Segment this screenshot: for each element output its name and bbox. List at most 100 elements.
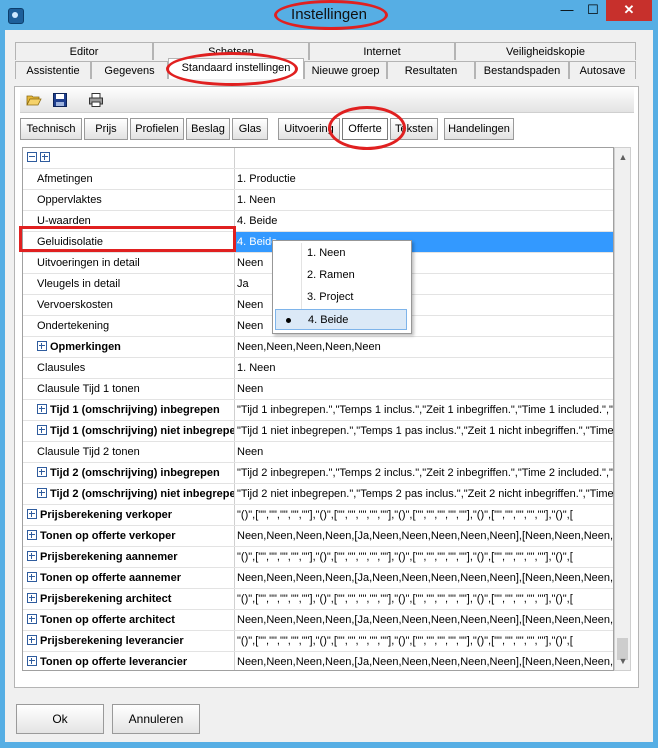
scroll-down-arrow-icon[interactable]: ▼ <box>618 656 628 666</box>
print-icon[interactable] <box>88 92 104 108</box>
expand-row-icon[interactable] <box>37 404 47 414</box>
expand-row-icon[interactable] <box>37 488 47 498</box>
grid-row[interactable]: Tonen op offerte architect Neen,Neen,Neen… <box>23 610 613 631</box>
grid-row[interactable]: Clausules 1. Neen <box>23 358 613 379</box>
expand-row-icon[interactable] <box>27 656 37 666</box>
subtab-prijs[interactable]: Prijs <box>84 118 128 140</box>
expand-row-icon[interactable] <box>27 551 37 561</box>
grid-row[interactable]: Tijd 1 (omschrijving) niet inbegrepen "Ti… <box>23 421 613 442</box>
grid-row[interactable]: Oppervlaktes 1. Neen <box>23 190 613 211</box>
geluidisolatie-highlight-box <box>19 226 236 252</box>
grid-vertical-scrollbar[interactable]: ▲ ▼ <box>614 147 631 671</box>
grid-row[interactable]: Prijsberekening verkoper "()",["","","","… <box>23 505 613 526</box>
grid-row[interactable]: Clausule Tijd 1 tonen Neen <box>23 379 613 400</box>
grid-row[interactable]: Afmetingen 1. Productie <box>23 169 613 190</box>
grid-row-value[interactable]: "()",["","","","",""],"()",["","","","",… <box>235 589 613 609</box>
grid-row-value[interactable]: "Tijd 2 inbegrepen.","Temps 2 inclus.","… <box>235 463 613 483</box>
grid-row-label: Tonen op offerte leverancier <box>40 656 188 668</box>
minimize-button[interactable]: — <box>554 0 580 21</box>
grid-row-value[interactable]: "Tijd 2 niet inbegrepen.","Temps 2 pas i… <box>235 484 613 504</box>
tab-autosave[interactable]: Autosave <box>569 61 636 79</box>
expand-all-icon[interactable] <box>40 152 50 162</box>
grid-row-label: Tonen op offerte aannemer <box>40 572 181 584</box>
subtab-profielen[interactable]: Profielen <box>130 118 184 140</box>
grid-row[interactable]: Opmerkingen Neen,Neen,Neen,Neen,Neen <box>23 337 613 358</box>
close-button[interactable]: ✕ <box>606 0 652 21</box>
tab-resultaten[interactable]: Resultaten <box>387 61 475 79</box>
expand-row-icon[interactable] <box>27 593 37 603</box>
grid-row-value[interactable]: Neen,Neen,Neen,Neen,[Ja,Neen,Neen,Neen,N… <box>235 652 613 670</box>
grid-row[interactable]: Tonen op offerte verkoper Neen,Neen,Neen,… <box>23 526 613 547</box>
expand-row-icon[interactable] <box>27 635 37 645</box>
tab-veiligheidskopie[interactable]: Veiligheidskopie <box>455 42 636 60</box>
grid-row-value[interactable]: "()",["","","","",""],"()",["","","","",… <box>235 547 613 567</box>
expand-row-icon[interactable] <box>27 509 37 519</box>
subtab-handelingen[interactable]: Handelingen <box>444 118 514 140</box>
grid-row[interactable]: Prijsberekening aannemer "()",["","","","… <box>23 547 613 568</box>
dropdown-option-project[interactable]: 3. Project <box>275 287 407 308</box>
grid-row-label: Tonen op offerte verkoper <box>40 530 176 542</box>
grid-row-value[interactable]: 1. Neen <box>235 358 613 378</box>
grid-row[interactable]: Prijsberekening architect "()",["","","",… <box>23 589 613 610</box>
grid-row-value[interactable]: 4. Beide <box>235 211 613 231</box>
grid-row-value[interactable]: Neen,Neen,Neen,Neen,Neen <box>235 337 613 357</box>
expand-row-icon[interactable] <box>27 530 37 540</box>
tab-bestandspaden[interactable]: Bestandspaden <box>475 61 569 79</box>
ok-button[interactable]: Ok <box>16 704 104 734</box>
grid-row-label: Prijsberekening verkoper <box>40 509 173 521</box>
tab-internet[interactable]: Internet <box>309 42 455 60</box>
expand-row-icon[interactable] <box>37 425 47 435</box>
grid-row[interactable]: Tijd 2 (omschrijving) niet inbegrepen "Ti… <box>23 484 613 505</box>
grid-row-value[interactable]: Neen <box>235 379 613 399</box>
title-highlight-ring <box>274 0 388 30</box>
tab-gegevens[interactable]: Gegevens <box>91 61 168 79</box>
subtab-technisch[interactable]: Technisch <box>20 118 82 140</box>
grid-row[interactable]: Tijd 1 (omschrijving) inbegrepen "Tijd 1 … <box>23 400 613 421</box>
save-disk-icon[interactable] <box>52 92 68 108</box>
tab-nieuwe-groep[interactable]: Nieuwe groep <box>304 61 387 79</box>
selected-bullet-icon <box>286 318 291 323</box>
open-folder-icon[interactable] <box>26 92 42 108</box>
grid-row[interactable]: Prijsberekening leverancier "()",["","","… <box>23 631 613 652</box>
expand-row-icon[interactable] <box>37 341 47 351</box>
grid-row-label: Prijsberekening aannemer <box>40 551 178 563</box>
grid-row-value[interactable]: Neen <box>235 442 613 462</box>
grid-row-value[interactable]: "Tijd 1 niet inbegrepen.","Temps 1 pas i… <box>235 421 613 441</box>
grid-row-label: Clausule Tijd 1 tonen <box>37 383 140 395</box>
expand-row-icon[interactable] <box>37 467 47 477</box>
grid-row-value[interactable]: "()",["","","","",""],"()",["","","","",… <box>235 631 613 651</box>
grid-row[interactable]: Tonen op offerte leverancier Neen,Neen,Ne… <box>23 652 613 670</box>
dropdown-option-neen[interactable]: 1. Neen <box>275 243 407 264</box>
settings-window: Instellingen — ☐ ✕ Editor Schetsen Inter… <box>0 0 658 748</box>
offerte-highlight-ring <box>328 106 406 150</box>
dropdown-option-beide[interactable]: 4. Beide <box>275 309 407 330</box>
grid-row-value[interactable]: Neen,Neen,Neen,Neen,[Ja,Neen,Neen,Neen,N… <box>235 526 613 546</box>
expand-row-icon[interactable] <box>27 572 37 582</box>
subtab-beslag[interactable]: Beslag <box>186 118 230 140</box>
tab-editor[interactable]: Editor <box>15 42 153 60</box>
expand-row-icon[interactable] <box>27 614 37 624</box>
grid-row-value[interactable]: "Tijd 1 inbegrepen.","Temps 1 inclus.","… <box>235 400 613 420</box>
grid-row-value[interactable]: Neen,Neen,Neen,Neen,[Ja,Neen,Neen,Neen,N… <box>235 610 613 630</box>
grid-row-label: Afmetingen <box>37 173 93 185</box>
grid-row-label: Prijsberekening architect <box>40 593 172 605</box>
cancel-button[interactable]: Annuleren <box>112 704 200 734</box>
grid-row-value[interactable]: "()",["","","","",""],"()",["","","","",… <box>235 505 613 525</box>
dropdown-option-ramen[interactable]: 2. Ramen <box>275 265 407 286</box>
grid-row-label: Tijd 1 (omschrijving) niet inbegrepen <box>50 425 235 437</box>
value-dropdown: 1. Neen 2. Ramen 3. Project 4. Beide <box>272 240 412 334</box>
grid-row-label: Tijd 2 (omschrijving) niet inbegrepen <box>50 488 235 500</box>
grid-row-value[interactable]: Neen,Neen,Neen,Neen,[Ja,Neen,Neen,Neen,N… <box>235 568 613 588</box>
tab-assistentie[interactable]: Assistentie <box>15 61 91 79</box>
grid-row-value[interactable]: 1. Neen <box>235 190 613 210</box>
grid-row[interactable]: Tijd 2 (omschrijving) inbegrepen "Tijd 2 … <box>23 463 613 484</box>
grid-row-value[interactable]: 1. Productie <box>235 169 613 189</box>
scroll-up-arrow-icon[interactable]: ▲ <box>618 152 628 162</box>
collapse-all-icon[interactable] <box>27 152 37 162</box>
grid-row[interactable]: Tonen op offerte aannemer Neen,Neen,Neen,… <box>23 568 613 589</box>
title-bar[interactable]: Instellingen — ☐ ✕ <box>0 0 658 30</box>
grid-row-label: Tonen op offerte architect <box>40 614 175 626</box>
grid-row[interactable]: Clausule Tijd 2 tonen Neen <box>23 442 613 463</box>
subtab-glas[interactable]: Glas <box>232 118 268 140</box>
maximize-button[interactable]: ☐ <box>580 0 606 21</box>
